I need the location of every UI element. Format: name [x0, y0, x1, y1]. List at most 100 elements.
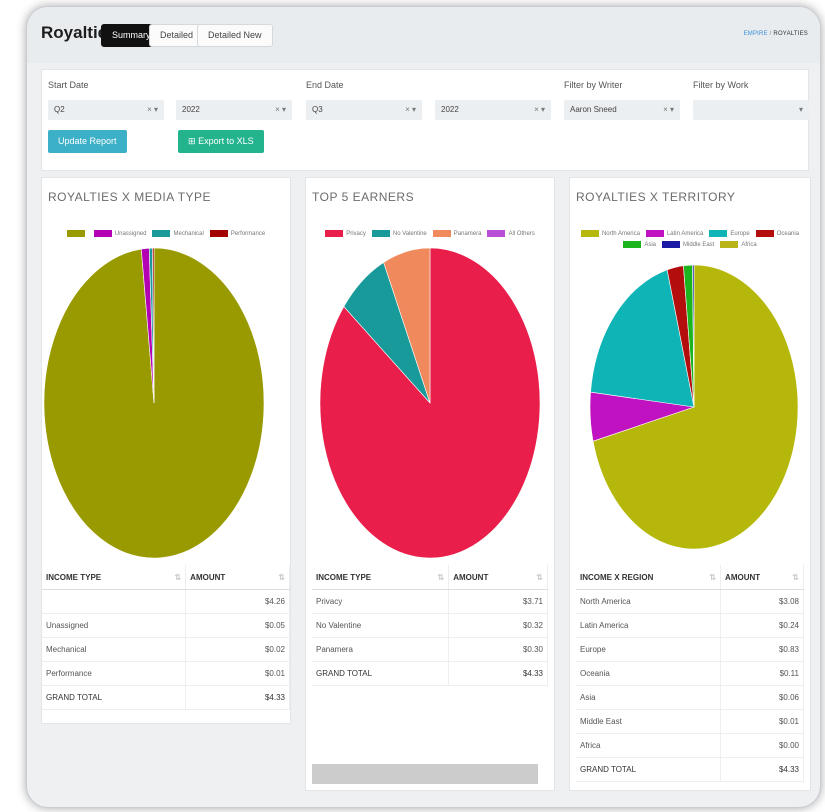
legend-label: Unassigned	[114, 231, 147, 238]
top-bar: Royalties Summary Detailed Detailed New …	[27, 7, 820, 63]
sort-icon: ⇅	[792, 572, 799, 582]
legend-item[interactable]: Panamera	[432, 230, 482, 238]
table-row: Latin America $0.24	[576, 613, 804, 638]
territory-pie-chart	[589, 264, 799, 550]
tab-detailed[interactable]: Detailed	[149, 24, 205, 47]
legend-item[interactable]: All Others	[487, 230, 535, 238]
legend-item[interactable]: Privacy	[325, 230, 366, 237]
legend-swatch	[93, 230, 112, 237]
start-year-value: 2022	[182, 105, 200, 114]
column-header[interactable]: AMOUNT ⇅	[185, 565, 290, 590]
breadcrumb-current: ROYALTIES	[773, 31, 808, 37]
export-xls-label: Export to XLS	[198, 136, 254, 146]
app-window: Royalties Summary Detailed Detailed New …	[26, 6, 821, 808]
legend-swatch	[755, 230, 774, 237]
table-row: Middle East $0.01	[576, 709, 804, 734]
start-date-label: Start Date	[48, 80, 89, 90]
legend-label: Middle East	[682, 242, 715, 249]
grand-total-row: GRAND TOTAL $4.33	[312, 661, 548, 686]
end-date-label: End Date	[306, 80, 344, 90]
top-earners-table: INCOME TYPE ⇅ AMOUNT ⇅ Privacy $3.71 No Val…	[312, 565, 548, 686]
chart-legend: North America Latin America Europe Oceania A…	[570, 230, 810, 252]
legend-item[interactable]: Europe	[709, 230, 750, 237]
legend-label: Africa	[741, 242, 757, 249]
table-row: Unassigned $0.05	[42, 613, 290, 638]
end-year-value: 2022	[441, 105, 459, 114]
legend-item[interactable]: Africa	[720, 241, 757, 249]
legend-swatch	[661, 241, 680, 249]
legend-swatch	[645, 230, 664, 237]
sort-icon: ⇅	[536, 572, 543, 582]
clear-caret-icon[interactable]: × ▾	[275, 100, 286, 120]
end-quarter-value: Q3	[312, 105, 323, 114]
end-quarter-select[interactable]: Q3 × ▾	[306, 100, 422, 120]
start-quarter-value: Q2	[54, 105, 65, 114]
work-filter-label: Filter by Work	[693, 80, 749, 90]
export-xls-button[interactable]: ⊞ Export to XLS	[178, 130, 264, 153]
column-header[interactable]: AMOUNT ⇅	[448, 565, 548, 590]
column-header[interactable]: AMOUNT ⇅	[720, 565, 804, 590]
legend-item[interactable]: Unassigned	[93, 230, 147, 238]
legend-item[interactable]: Latin America	[645, 230, 704, 238]
horizontal-scrollbar[interactable]	[312, 764, 538, 784]
clear-caret-icon[interactable]: × ▾	[663, 100, 674, 120]
legend-item[interactable]: Middle East	[661, 241, 715, 249]
writer-filter-label: Filter by Writer	[564, 80, 623, 90]
legend-swatch	[709, 230, 728, 237]
table-row: No Valentine $0.32	[312, 613, 548, 638]
legend-label: All Others	[508, 231, 535, 238]
start-quarter-select[interactable]: Q2 × ▾	[48, 100, 164, 120]
breadcrumb-separator: /	[769, 31, 772, 37]
update-report-button[interactable]: Update Report	[48, 130, 127, 153]
table-row: Africa $0.00	[576, 733, 804, 758]
breadcrumb-home-link[interactable]: EMPIRE	[744, 31, 768, 37]
legend-swatch	[152, 230, 171, 237]
column-header[interactable]: INCOME TYPE ⇅	[42, 565, 187, 590]
spreadsheet-icon: ⊞	[188, 136, 196, 146]
legend-item[interactable]: Asia	[623, 241, 656, 248]
legend-label: Panamera	[453, 231, 482, 238]
sort-icon: ⇅	[174, 572, 182, 582]
legend-item[interactable]: No Valentine	[371, 230, 427, 237]
work-select[interactable]: ▾	[693, 100, 809, 120]
table-row: Europe $0.83	[576, 637, 804, 662]
legend-item[interactable]	[66, 230, 88, 237]
start-year-select[interactable]: 2022 × ▾	[176, 100, 292, 120]
grand-total-row: GRAND TOTAL $4.33	[576, 757, 804, 782]
column-header[interactable]: INCOME X REGION ⇅	[576, 565, 722, 590]
sort-icon: ⇅	[709, 572, 717, 582]
table-row: Oceania $0.11	[576, 661, 804, 686]
clear-caret-icon[interactable]: × ▾	[147, 100, 158, 120]
sort-icon: ⇅	[437, 572, 445, 582]
top-earners-card: TOP 5 EARNERS Privacy No Valentine Panamer…	[305, 177, 555, 791]
table-row: North America $3.08	[576, 589, 804, 614]
legend-swatch	[580, 230, 599, 237]
legend-swatch	[487, 230, 506, 237]
card-title: TOP 5 EARNERS	[312, 190, 415, 204]
legend-label: Latin America	[666, 231, 704, 238]
tab-detailed-new[interactable]: Detailed New	[197, 24, 273, 47]
chevron-down-icon[interactable]: ▾	[799, 100, 803, 120]
filter-panel: Start Date End Date Filter by Writer Fil…	[41, 69, 809, 171]
table-row: Performance $0.01	[42, 661, 290, 686]
legend-label: Asia	[644, 242, 656, 249]
legend-item[interactable]: North America	[580, 230, 640, 237]
writer-select[interactable]: Aaron Sneed × ▾	[564, 100, 680, 120]
territory-table: INCOME X REGION ⇅ AMOUNT ⇅ North America $3…	[576, 565, 804, 782]
clear-caret-icon[interactable]: × ▾	[405, 100, 416, 120]
legend-item[interactable]: Performance	[209, 230, 266, 238]
legend-swatch	[325, 230, 344, 237]
column-header[interactable]: INCOME TYPE ⇅	[312, 565, 450, 590]
territory-card: ROYALTIES X TERRITORY North America Latin…	[569, 177, 811, 791]
legend-label: Performance	[230, 231, 266, 238]
clear-caret-icon[interactable]: × ▾	[534, 100, 545, 120]
legend-swatch	[371, 230, 390, 237]
grand-total-row: GRAND TOTAL $4.33	[42, 685, 290, 710]
chart-legend: Privacy No Valentine Panamera All Others	[306, 230, 554, 241]
legend-item[interactable]: Oceania	[755, 230, 799, 237]
end-year-select[interactable]: 2022 × ▾	[435, 100, 551, 120]
legend-item[interactable]: Mechanical	[152, 230, 204, 238]
legend-swatch	[432, 230, 451, 237]
legend-label: Mechanical	[173, 231, 204, 238]
media-type-card: ROYALTIES X MEDIA TYPE Unassigned Mechani…	[41, 177, 291, 724]
